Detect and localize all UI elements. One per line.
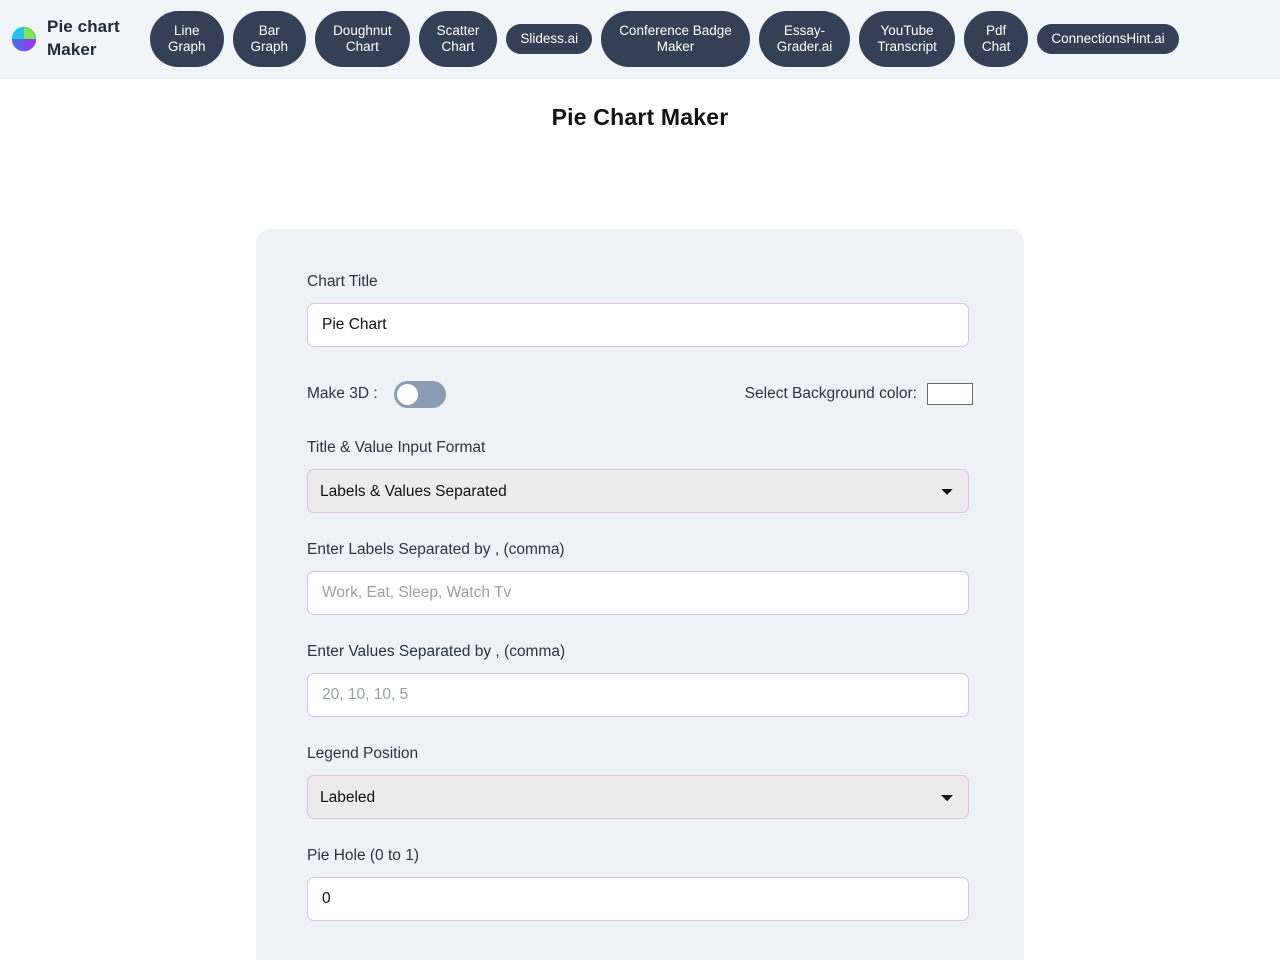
- nav-pill-list: Line Graph Bar Graph Doughnut Chart Scat…: [150, 0, 1280, 78]
- nav-pill-connectionshint-ai[interactable]: ConnectionsHint.ai: [1037, 24, 1179, 54]
- field-pie-hole: Pie Hole (0 to 1): [307, 847, 973, 921]
- pie-hole-label: Pie Hole (0 to 1): [307, 847, 419, 864]
- labels-input[interactable]: [307, 571, 969, 615]
- labels-input-label: Enter Labels Separated by , (comma): [307, 541, 565, 558]
- values-input-label: Enter Values Separated by , (comma): [307, 643, 566, 660]
- make-3d-toggle-knob: [396, 383, 418, 405]
- make-3d-toggle[interactable]: [393, 380, 446, 408]
- nav-pill-conference-badge-maker[interactable]: Conference Badge Maker: [601, 11, 750, 67]
- field-labels: Enter Labels Separated by , (comma): [307, 541, 973, 615]
- nav-pill-youtube-transcript[interactable]: YouTube Transcript: [859, 11, 955, 67]
- field-values: Enter Values Separated by , (comma): [307, 643, 973, 717]
- input-format-label: Title & Value Input Format: [307, 439, 486, 456]
- input-format-select[interactable]: Labels & Values Separated: [307, 469, 969, 513]
- brand-name: Pie chart Maker: [47, 17, 120, 59]
- nav-pill-bar-graph[interactable]: Bar Graph: [232, 11, 307, 67]
- make-3d-row: Make 3D : Select Background color:: [307, 379, 973, 409]
- background-color-swatch[interactable]: [927, 383, 973, 405]
- nav-pill-line-graph[interactable]: Line Graph: [150, 11, 224, 67]
- pie-chart-logo-icon: [11, 26, 37, 52]
- chart-title-label: Chart Title: [307, 273, 378, 290]
- app-header: Pie chart Maker Line Graph Bar Graph Dou…: [0, 0, 1280, 79]
- nav-pill-pdf-chat[interactable]: Pdf Chat: [963, 11, 1029, 67]
- page-title: Pie Chart Maker: [551, 104, 729, 130]
- pie-hole-input[interactable]: [307, 877, 969, 921]
- nav-pill-doughnut-chart[interactable]: Doughnut Chart: [315, 11, 410, 67]
- legend-position-select[interactable]: Labeled: [307, 775, 969, 819]
- legend-position-label: Legend Position: [307, 745, 419, 762]
- brand[interactable]: Pie chart Maker: [0, 16, 150, 62]
- chart-title-input[interactable]: [307, 303, 969, 347]
- background-color-group: Select Background color:: [745, 383, 973, 405]
- field-chart-title: Chart Title: [307, 273, 973, 347]
- nav-pill-scatter-chart[interactable]: Scatter Chart: [418, 11, 498, 67]
- nav-pill-essay-grader-ai[interactable]: Essay- Grader.ai: [758, 11, 851, 67]
- field-legend-position: Legend Position Labeled: [307, 745, 973, 819]
- nav-pill-slidess-ai[interactable]: Slidess.ai: [506, 24, 593, 54]
- make-3d-label: Make 3D :: [307, 385, 378, 402]
- background-color-label: Select Background color:: [744, 385, 917, 402]
- form-card-wrapper: Chart Title Make 3D : Select Background …: [0, 229, 1280, 960]
- field-input-format: Title & Value Input Format Labels & Valu…: [307, 439, 973, 513]
- values-input[interactable]: [307, 673, 969, 717]
- chart-settings-card: Chart Title Make 3D : Select Background …: [256, 229, 1024, 960]
